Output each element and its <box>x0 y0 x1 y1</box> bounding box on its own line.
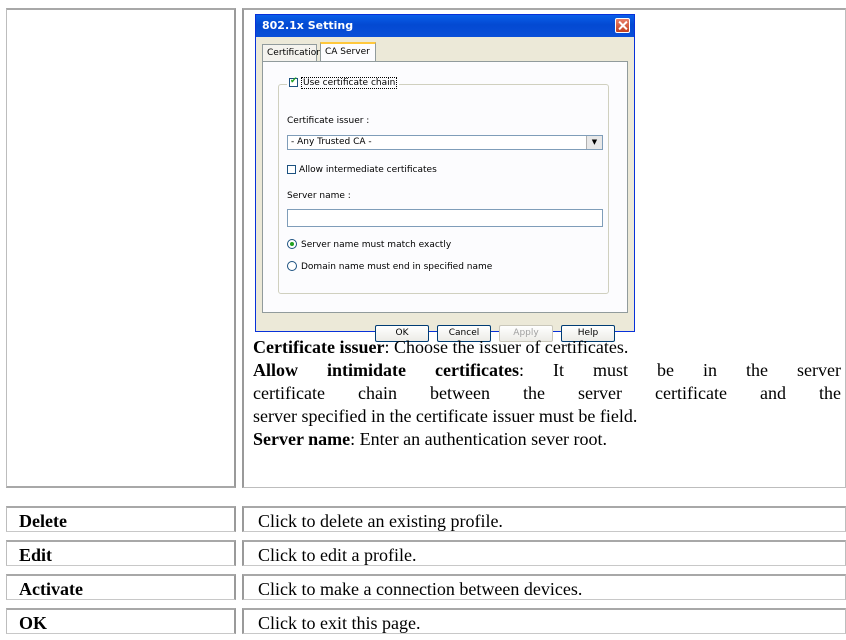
row-description: Click to edit a profile. <box>258 545 417 565</box>
row-term: Delete <box>19 511 67 531</box>
table-cell-left: Edit <box>6 540 236 566</box>
issuer-text: : Choose the issuer of certificates. <box>384 337 629 357</box>
checkbox-unchecked-icon[interactable] <box>287 165 296 174</box>
server-description: Server name: Enter an authentication sev… <box>253 428 841 451</box>
table-row: Edit Click to edit a profile. <box>6 540 846 566</box>
table-row: Activate Click to make a connection betw… <box>6 574 846 600</box>
allow-description-line-2: certificate chain between the server cer… <box>253 383 841 403</box>
tab-ca-server[interactable]: CA Server <box>320 42 376 62</box>
issuer-description: Certificate issuer: Choose the issuer of… <box>253 336 841 359</box>
table-cell-right: Click to delete an existing profile. <box>242 506 846 532</box>
allow-text-1: : It must be in the server <box>518 360 841 380</box>
table-cell-left <box>6 8 236 488</box>
row-description: Click to make a connection between devic… <box>258 579 583 599</box>
certificate-chain-group: Use certificate chain Certificate issuer… <box>278 76 609 294</box>
table-cell-left: OK <box>6 608 236 634</box>
issuer-label: Certificate issuer : <box>287 116 370 126</box>
issuer-dropdown[interactable]: - Any Trusted CA - ▼ <box>287 135 603 150</box>
server-name-label: Server name : <box>287 191 351 201</box>
radio-selected-icon[interactable] <box>287 239 297 249</box>
use-chain-label: Use certificate chain <box>301 77 398 89</box>
table-cell-left: Activate <box>6 574 236 600</box>
table-cell-right: Click to exit this page. <box>242 608 846 634</box>
table-cell-right: Click to make a connection between devic… <box>242 574 846 600</box>
close-icon[interactable] <box>615 18 630 33</box>
use-chain-checkbox[interactable]: Use certificate chain <box>287 76 400 89</box>
table-row: Delete Click to delete an existing profi… <box>6 506 846 532</box>
allow-description-line-1: Allow intimidate certificates: It must b… <box>253 359 841 382</box>
table-row: OK Click to exit this page. <box>6 608 846 634</box>
row-term: Edit <box>19 545 53 565</box>
radio-domain-label: Domain name must end in specified name <box>301 262 493 272</box>
table-cell-right: Click to edit a profile. <box>242 540 846 566</box>
allow-term: Allow intimidate certificates <box>253 360 519 380</box>
issuer-value: - Any Trusted CA - <box>291 137 372 147</box>
row-term: Activate <box>19 579 83 599</box>
row-description: Click to delete an existing profile. <box>258 511 503 531</box>
checkbox-checked-icon[interactable] <box>289 76 298 87</box>
radio-exact-label: Server name must match exactly <box>301 240 452 250</box>
tab-panel: Use certificate chain Certificate issuer… <box>262 61 628 313</box>
radio-exact-match[interactable]: Server name must match exactly <box>287 239 451 250</box>
allow-intermediate-checkbox[interactable]: Allow intermediate certificates <box>287 165 437 175</box>
radio-unselected-icon[interactable] <box>287 261 297 271</box>
allow-description-line-3: server specified in the certificate issu… <box>253 406 638 426</box>
server-name-input[interactable] <box>287 209 603 227</box>
dropdown-arrow-icon[interactable]: ▼ <box>586 136 602 149</box>
issuer-term: Certificate issuer <box>253 337 385 357</box>
table-cell-left: Delete <box>6 506 236 532</box>
description-text: Certificate issuer: Choose the issuer of… <box>253 336 841 451</box>
allow-intermediate-label: Allow intermediate certificates <box>299 165 437 175</box>
radio-domain-match[interactable]: Domain name must end in specified name <box>287 261 492 272</box>
settings-dialog: 802.1x Setting Certification CA Server U… <box>255 14 635 342</box>
tab-certification[interactable]: Certification <box>262 44 322 61</box>
row-description: Click to exit this page. <box>258 613 421 633</box>
dialog-titlebar[interactable]: 802.1x Setting <box>256 15 634 37</box>
server-term: Server name <box>253 429 351 449</box>
row-term: OK <box>19 613 48 633</box>
dialog-title: 802.1x Setting <box>262 19 354 32</box>
server-text: : Enter an authentication sever root. <box>350 429 608 449</box>
